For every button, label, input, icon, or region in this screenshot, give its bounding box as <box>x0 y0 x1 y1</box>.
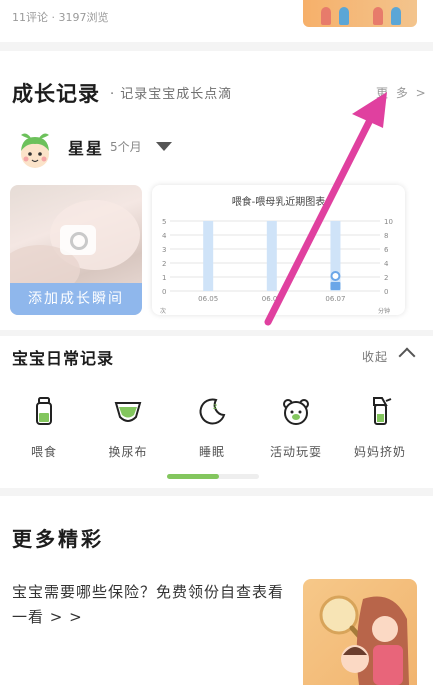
article-thumbnail[interactable] <box>303 579 417 685</box>
daily-item-label: 活动玩耍 <box>269 445 322 459</box>
daily-item-play[interactable]: 活动玩耍 <box>256 395 336 460</box>
collapse-button[interactable]: 收起 <box>362 348 388 365</box>
moon-icon: z <box>199 398 226 425</box>
diaper-icon <box>114 402 142 422</box>
section-divider <box>0 488 433 496</box>
bottle-icon <box>36 397 52 425</box>
scroll-indicator-thumb <box>167 474 219 479</box>
daily-records-title: 宝宝日常记录 <box>12 349 115 368</box>
daily-item-label: 喂食 <box>30 445 57 459</box>
daily-item-pumping[interactable]: 妈妈挤奶 <box>340 395 420 460</box>
article-title[interactable]: 宝宝需要哪些保险？免费领份自查表看一看 > > <box>12 580 292 630</box>
daily-item-diaper[interactable]: 换尿布 <box>88 395 168 460</box>
bear-icon <box>283 399 309 425</box>
breast-pump-icon <box>373 397 392 425</box>
svg-text:z: z <box>213 402 217 411</box>
daily-item-feeding[interactable]: 喂食 <box>4 395 84 460</box>
daily-scroll-indicator <box>167 474 259 479</box>
section-divider <box>0 330 433 336</box>
daily-item-label: 妈妈挤奶 <box>353 445 406 459</box>
daily-item-label: 睡眠 <box>198 445 225 459</box>
more-section-title: 更多精彩 <box>12 527 104 551</box>
daily-item-label: 换尿布 <box>108 445 148 459</box>
daily-item-sleep[interactable]: z 睡眠 <box>172 395 252 460</box>
